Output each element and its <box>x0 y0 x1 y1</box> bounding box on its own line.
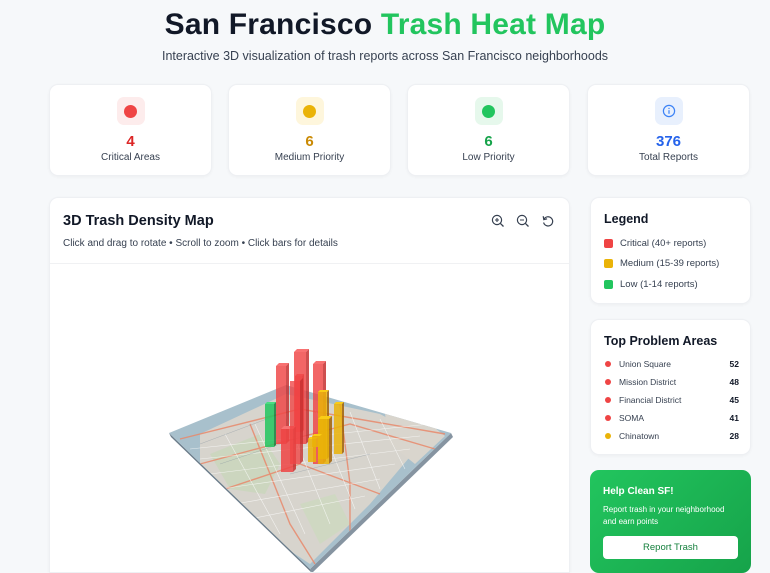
stat-label: Critical Areas <box>101 152 160 163</box>
reset-icon[interactable] <box>540 213 556 229</box>
stat-card-critical: 4 Critical Areas <box>49 84 212 176</box>
area-name: Financial District <box>619 395 682 405</box>
legend-title: Legend <box>604 212 649 226</box>
area-count: 28 <box>729 431 739 441</box>
title-accent: Trash Heat Map <box>380 8 606 41</box>
yellow-dot-icon <box>605 433 611 439</box>
red-dot-icon <box>116 97 145 125</box>
area-count: 48 <box>729 377 739 387</box>
green-dot-icon <box>474 97 503 125</box>
stat-label: Low Priority <box>462 152 515 163</box>
bar-red[interactable] <box>290 378 303 464</box>
list-item[interactable]: Union Square 52 <box>605 358 739 370</box>
map-hint: Click and drag to rotate • Scroll to zoo… <box>63 238 338 249</box>
area-name: SOMA <box>619 413 645 423</box>
stat-label: Medium Priority <box>274 152 345 163</box>
area-name: Chinatown <box>619 431 660 441</box>
stat-label: Total Reports <box>639 152 698 163</box>
page-title: San Francisco Trash Heat Map <box>0 8 770 42</box>
stat-value: 6 <box>305 133 314 150</box>
area-name: Union Square <box>619 359 671 369</box>
area-count: 41 <box>729 413 739 423</box>
help-text: Report trash in your neighborhood and ea… <box>603 505 725 526</box>
red-dot-icon <box>605 361 611 367</box>
legend-card: Legend Critical (40+ reports) Medium (15… <box>590 197 751 304</box>
bar-green[interactable] <box>265 402 276 447</box>
stat-card-low: 6 Low Priority <box>407 84 570 176</box>
stat-card-total: 376 Total Reports <box>587 84 750 176</box>
area-count: 52 <box>729 359 739 369</box>
zoom-in-icon[interactable] <box>490 213 506 229</box>
info-icon <box>654 97 683 125</box>
legend-item-low: Low (1-14 reports) <box>604 279 698 290</box>
area-name: Mission District <box>619 377 677 387</box>
bar-yellow[interactable] <box>334 402 344 454</box>
list-item[interactable]: Financial District 45 <box>605 394 739 406</box>
map-card: 3D Trash Density Map Click and drag to r… <box>49 197 570 573</box>
red-dot-icon <box>605 397 611 403</box>
stat-value: 4 <box>126 133 135 150</box>
list-item[interactable]: SOMA 41 <box>605 412 739 424</box>
yellow-swatch-icon <box>604 259 613 268</box>
yellow-dot-icon <box>295 97 324 125</box>
map-title: 3D Trash Density Map <box>63 213 214 229</box>
legend-item-critical: Critical (40+ reports) <box>604 238 706 249</box>
legend-item-medium: Medium (15-39 reports) <box>604 258 719 269</box>
page-subtitle: Interactive 3D visualization of trash re… <box>161 49 609 63</box>
stat-value: 376 <box>655 133 682 150</box>
report-trash-button[interactable]: Report Trash <box>603 536 738 559</box>
legend-label: Low (1-14 reports) <box>620 279 698 290</box>
zoom-out-icon[interactable] <box>515 213 531 229</box>
area-count: 45 <box>729 395 739 405</box>
help-card: Help Clean SF! Report trash in your neig… <box>590 470 751 573</box>
top-areas-card: Top Problem Areas Union Square 52 Mission… <box>590 319 751 455</box>
stat-card-medium: 6 Medium Priority <box>228 84 391 176</box>
title-main: San Francisco <box>164 8 381 41</box>
map-3d-canvas[interactable] <box>50 264 570 573</box>
top-areas-title: Top Problem Areas <box>604 334 718 348</box>
red-dot-icon <box>605 379 611 385</box>
red-swatch-icon <box>604 239 613 248</box>
list-item[interactable]: Mission District 48 <box>605 376 739 388</box>
list-item[interactable]: Chinatown 28 <box>605 430 739 442</box>
green-swatch-icon <box>604 280 613 289</box>
legend-label: Critical (40+ reports) <box>620 238 707 249</box>
bar-yellow[interactable] <box>318 416 332 464</box>
help-title: Help Clean SF! <box>603 486 674 497</box>
legend-label: Medium (15-39 reports) <box>620 258 720 269</box>
red-dot-icon <box>605 415 611 421</box>
stat-value: 6 <box>484 133 493 150</box>
